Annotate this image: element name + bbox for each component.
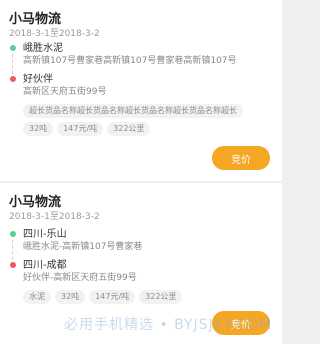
destination-address: 好伙伴-高新区天府五街99号 [23,273,137,283]
origin-dot-icon [10,231,16,237]
origin-address: 高新镇107号曹家巷高新镇107号曹家巷高新镇107号 [23,56,237,66]
price-tag: 147元/吨 [57,122,104,136]
price-tag: 147元/吨 [89,290,136,304]
route-line [12,240,13,260]
company-name: 小马物流 [9,195,62,210]
origin-address: 峨胜水泥-高新镇107号曹家巷 [23,242,143,252]
weight-tag: 32吨 [55,290,86,304]
destination-stop: 四川-成都 好伙伴-高新区天府五街99号 [9,259,274,284]
destination-name: 四川-成都 [23,260,67,271]
origin-stop: 四川-乐山 峨胜水泥-高新镇107号曹家巷 [9,228,274,260]
cargo-name-tag: 超长货品名称超长货品名称超长货品名称超长货品名称超长 [23,104,243,118]
route-line [12,54,13,74]
distance-tag: 322公里 [107,122,151,136]
date-range: 2018-3-1至2018-3-2 [9,212,100,222]
destination-name: 好伙伴 [23,74,53,85]
watermark: 必用手机精选 • BYJSJXY.COM [64,317,273,333]
order-card[interactable]: 小马物流 2018-3-1至2018-3-2 峨胜水泥 高新镇107号曹家巷高新… [0,0,282,181]
bid-button[interactable]: 竞价 [212,146,270,170]
date-range: 2018-3-1至2018-3-2 [9,29,100,39]
cargo-name-tag: 水泥 [23,290,51,304]
cargo-tags: 水泥 32吨 147元/吨 322公里 [9,290,274,304]
route: 峨胜水泥 高新镇107号曹家巷高新镇107号曹家巷高新镇107号 好伙伴 高新区… [9,42,274,136]
destination-dot-icon [10,262,16,268]
cargo-tags: 超长货品名称超长货品名称超长货品名称超长货品名称超长 32吨 147元/吨 32… [9,104,274,136]
destination-dot-icon [10,76,16,82]
destination-address: 高新区天府五街99号 [23,87,107,97]
weight-tag: 32吨 [23,122,54,136]
destination-stop: 好伙伴 高新区天府五街99号 [9,73,274,98]
origin-name: 四川-乐山 [23,229,67,240]
company-name: 小马物流 [9,12,62,27]
distance-tag: 322公里 [139,290,183,304]
origin-name: 峨胜水泥 [23,43,63,54]
origin-stop: 峨胜水泥 高新镇107号曹家巷高新镇107号曹家巷高新镇107号 [9,42,274,74]
origin-dot-icon [10,45,16,51]
route: 四川-乐山 峨胜水泥-高新镇107号曹家巷 四川-成都 好伙伴-高新区天府五街9… [9,228,274,304]
